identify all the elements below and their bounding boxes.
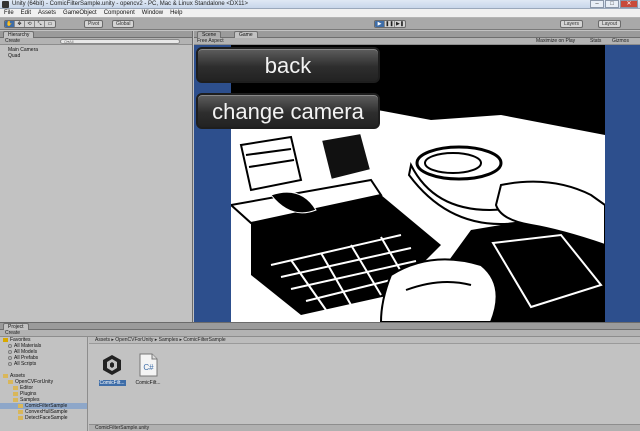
hierarchy-search-input[interactable]: Q▾All (60, 39, 180, 44)
search-icon (8, 343, 12, 348)
pivot-toggle[interactable]: Pivot (84, 20, 104, 28)
folder-icon (18, 403, 23, 408)
search-icon (8, 355, 12, 360)
breadcrumb: Assets ▸ OpenCVForUnity ▸ Samples ▸ Comi… (89, 337, 640, 344)
menu-component[interactable]: Component (104, 10, 135, 16)
menu-window[interactable]: Window (142, 10, 163, 16)
toolbar: ✋ ✥ ⟲ ⤡ ▭ Pivot Global ▶ ❚❚ ▶❚ Layers La… (0, 18, 640, 30)
minimize-button[interactable]: – (590, 0, 604, 8)
menu-edit[interactable]: Edit (21, 10, 31, 16)
play-button[interactable]: ▶ (375, 21, 385, 27)
move-tool-button[interactable]: ✥ (15, 21, 25, 27)
tree-item-label: DetectFaceSample (25, 415, 68, 421)
unity-logo-icon (2, 1, 9, 8)
asset-comicfilter-script[interactable]: C# ComicFilt... (131, 353, 165, 386)
maximize-button[interactable]: □ (605, 0, 619, 8)
project-create-button[interactable]: Create (5, 330, 20, 336)
comic-filtered-image (231, 45, 605, 322)
folder-icon (13, 391, 18, 396)
tab-game[interactable]: Game (234, 31, 258, 38)
project-content: Assets ▸ OpenCVForUnity ▸ Samples ▸ Comi… (89, 337, 640, 431)
project-panel: Project Create Favorites All Materials All… (0, 322, 640, 431)
folder-icon (18, 409, 23, 414)
layers-dropdown[interactable]: Layers (560, 20, 584, 28)
rect-tool-button[interactable]: ▭ (45, 21, 55, 27)
scale-tool-button[interactable]: ⤡ (35, 21, 45, 27)
menu-file[interactable]: File (4, 10, 14, 16)
csharp-script-icon: C# (137, 353, 159, 377)
stats-toggle[interactable]: Stats (590, 38, 601, 44)
svg-text:C#: C# (143, 363, 154, 372)
tab-scene[interactable]: Scene (197, 31, 222, 38)
close-button[interactable]: ✕ (620, 0, 638, 8)
title-bar: Unity (64bit) - ComicFilterSample.unity … (0, 0, 640, 9)
maximize-on-play-toggle[interactable]: Maximize on Play (536, 38, 575, 44)
back-button[interactable]: back (196, 47, 380, 83)
hand-tool-button[interactable]: ✋ (5, 21, 15, 27)
menu-bar: File Edit Assets GameObject Component Wi… (0, 9, 640, 18)
menu-assets[interactable]: Assets (38, 10, 56, 16)
menu-gameobject[interactable]: GameObject (63, 10, 97, 16)
camera-feed-comic-filter (231, 45, 605, 322)
project-folder-tree: Favorites All Materials All Models All Pref… (0, 337, 88, 431)
menu-help[interactable]: Help (170, 10, 182, 16)
step-button[interactable]: ▶❚ (395, 21, 405, 27)
aspect-dropdown[interactable]: Free Aspect (197, 38, 224, 44)
tree-item[interactable]: DetectFaceSample (0, 415, 87, 421)
layout-dropdown[interactable]: Layout (598, 20, 622, 28)
rotate-tool-button[interactable]: ⟲ (25, 21, 35, 27)
folder-icon (3, 373, 8, 378)
search-icon (8, 361, 12, 366)
hierarchy-panel: Hierarchy Create Q▾All Main Camera Quad (0, 31, 193, 322)
search-icon (8, 349, 12, 354)
pause-button[interactable]: ❚❚ (385, 21, 395, 27)
gizmos-dropdown[interactable]: Gizmos (612, 38, 629, 44)
star-icon (3, 337, 8, 342)
tab-project[interactable]: Project (3, 323, 29, 330)
folder-icon (13, 397, 18, 402)
play-controls: ▶ ❚❚ ▶❚ (374, 20, 406, 28)
hierarchy-item-quad[interactable]: Quad (0, 53, 192, 59)
asset-comicfilter-scene[interactable]: ComicFilt... (95, 353, 129, 386)
folder-icon (13, 385, 18, 390)
transform-tools: ✋ ✥ ⟲ ⤡ ▭ (4, 20, 56, 28)
global-toggle[interactable]: Global (112, 20, 135, 28)
window-title: Unity (64bit) - ComicFilterSample.unity … (12, 1, 248, 7)
unity-scene-icon (101, 353, 123, 377)
project-status-bar: ComicFilterSample.unity (89, 424, 640, 431)
folder-icon (18, 415, 23, 420)
change-camera-button[interactable]: change camera (196, 93, 380, 129)
folder-icon (8, 379, 13, 384)
hierarchy-create-button[interactable]: Create (5, 38, 20, 44)
game-view[interactable]: back change camera (194, 45, 640, 322)
tab-hierarchy[interactable]: Hierarchy (3, 31, 35, 38)
